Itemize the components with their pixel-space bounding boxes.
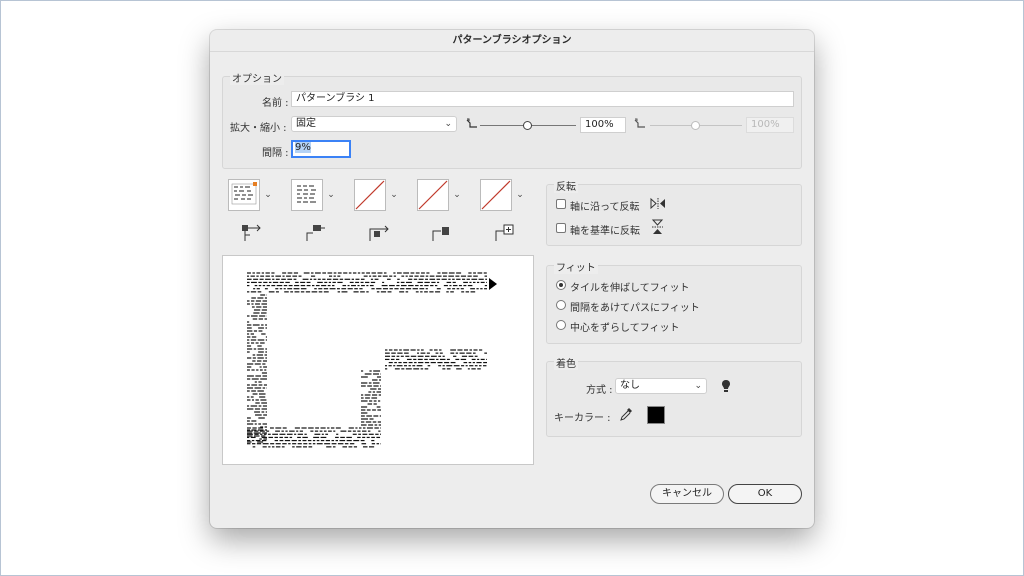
none-slash-icon (418, 180, 448, 210)
start-tile-icon (432, 227, 449, 241)
none-slash-icon (355, 180, 385, 210)
flip-along-checkbox[interactable] (556, 199, 566, 209)
side-tile-swatch (228, 179, 260, 211)
end-tile-icon (495, 224, 514, 241)
end-tile-swatch (480, 179, 512, 211)
pattern-tile-icon (231, 182, 257, 205)
none-slash-icon (481, 180, 511, 210)
scale-slider-knob-disabled (691, 121, 700, 130)
method-select-value: なし (620, 380, 640, 391)
pattern-tile-icon (297, 185, 316, 203)
side-tile-icon (242, 224, 261, 241)
outer-corner-tile-swatch (291, 179, 323, 211)
scale-percent-field[interactable]: 100% (580, 117, 626, 133)
spacing-field[interactable]: 9% (291, 140, 351, 158)
brush-preview-canvas (247, 272, 497, 448)
flip-group-label: 反転 (554, 178, 578, 193)
end-tile-button[interactable]: ⌄ (480, 179, 528, 211)
chevron-down-icon: ⌄ (444, 119, 452, 129)
ok-button[interactable]: OK (728, 484, 802, 504)
flip-along-icon (650, 197, 665, 210)
flip-along-label[interactable]: 軸に沿って反転 (570, 198, 640, 213)
inner-corner-tile-button[interactable]: ⌄ (354, 179, 402, 211)
chevron-down-icon[interactable]: ⌄ (325, 179, 337, 211)
chevron-down-icon[interactable]: ⌄ (514, 179, 526, 211)
scale-slider-knob[interactable] (523, 121, 532, 130)
spacing-label: 間隔 : (262, 148, 289, 159)
chevron-down-icon[interactable]: ⌄ (451, 179, 463, 211)
flip-across-label[interactable]: 軸を基準に反転 (570, 222, 640, 237)
inner-corner-tile-swatch (354, 179, 386, 211)
scale-select[interactable]: 固定 ⌄ (291, 116, 457, 132)
tips-lightbulb-icon[interactable] (721, 379, 731, 393)
cancel-button[interactable]: キャンセル (650, 484, 724, 504)
spacing-field-value: 9% (295, 142, 311, 153)
chevron-down-icon[interactable]: ⌄ (262, 179, 274, 211)
fit-add-space-radio[interactable] (556, 300, 566, 310)
outer-corner-tile-button[interactable]: ⌄ (291, 179, 339, 211)
outer-corner-tile-icon (306, 225, 325, 241)
scale-label: 拡大・縮小 : (230, 123, 287, 134)
key-color-label: キーカラー : (554, 413, 611, 424)
fit-group-label: フィット (554, 259, 598, 274)
colorization-group-label: 着色 (554, 355, 578, 370)
chevron-down-icon: ⌄ (694, 381, 702, 391)
colorization-group (546, 361, 802, 437)
inner-corner-tile-icon (369, 225, 389, 241)
pressure-pen-icon-secondary (634, 118, 645, 128)
dialog-title: パターンブラシオプション (210, 30, 814, 52)
path-direction-arrow (489, 278, 497, 290)
fit-approximate-label[interactable]: 中心をずらしてフィット (570, 319, 680, 334)
chevron-down-icon[interactable]: ⌄ (388, 179, 400, 211)
method-select[interactable]: なし ⌄ (615, 378, 707, 394)
start-tile-button[interactable]: ⌄ (417, 179, 465, 211)
flip-across-checkbox[interactable] (556, 223, 566, 233)
fit-stretch-label[interactable]: タイルを伸ばしてフィット (570, 279, 690, 294)
scale-percent-field-disabled: 100% (746, 117, 794, 133)
side-tile-button[interactable]: ⌄ (228, 179, 276, 211)
method-label: 方式 : (586, 385, 613, 396)
key-color-swatch[interactable] (647, 406, 665, 424)
scale-select-value: 固定 (296, 118, 316, 129)
pattern-brush-options-dialog: パターンブラシオプション オプション 名前 : パターンブラシ 1 拡大・縮小 … (210, 30, 814, 528)
fit-add-space-label[interactable]: 間隔をあけてパスにフィット (570, 299, 700, 314)
start-tile-swatch (417, 179, 449, 211)
fit-approximate-radio[interactable] (556, 320, 566, 330)
name-label: 名前 : (262, 98, 289, 109)
options-group-label: オプション (230, 70, 284, 85)
eyedropper-icon[interactable] (620, 407, 633, 421)
name-field[interactable]: パターンブラシ 1 (291, 91, 794, 107)
pressure-pen-icon (466, 118, 477, 128)
fit-stretch-radio[interactable] (556, 280, 566, 290)
brush-preview (222, 255, 534, 465)
flip-across-icon (651, 219, 664, 234)
